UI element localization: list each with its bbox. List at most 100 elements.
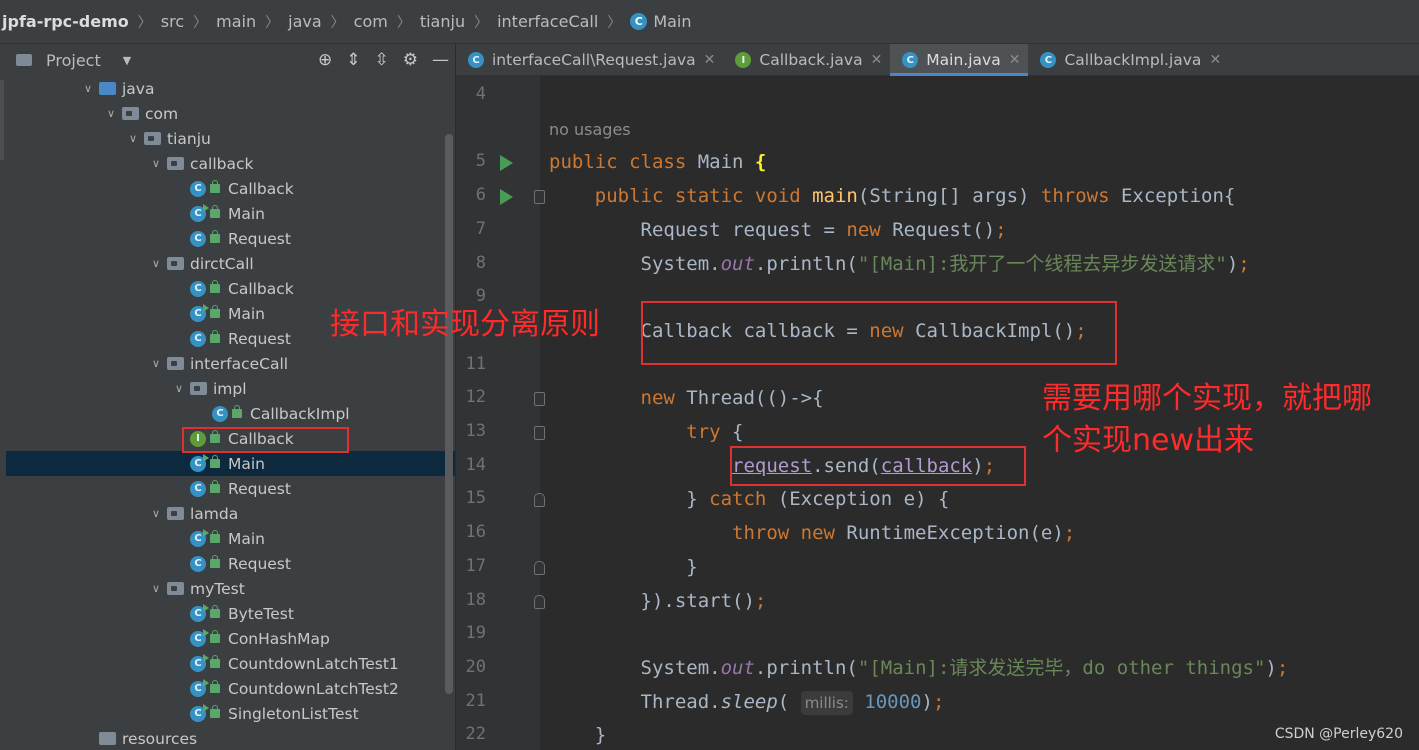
locate-icon[interactable]: ⊕ bbox=[318, 50, 332, 70]
code-line[interactable]: new Thread(()->{ bbox=[549, 381, 824, 415]
code-line[interactable]: } bbox=[549, 718, 606, 750]
chevron-down-icon[interactable]: ∨ bbox=[149, 357, 163, 370]
code-line[interactable]: Request request = new Request(); bbox=[549, 213, 1007, 247]
annotation-right-note-line1: 需要用哪个实现，就把哪 bbox=[1042, 381, 1372, 416]
editor-tab[interactable]: C CallbackImpl.java ✕ bbox=[1028, 44, 1229, 76]
usages-hint[interactable]: no usages bbox=[549, 120, 631, 139]
tree-item[interactable]: ∨ impl bbox=[6, 376, 455, 401]
class-icon: C bbox=[190, 603, 209, 622]
fold-icon[interactable] bbox=[534, 493, 545, 508]
gutter-line: 19 bbox=[456, 617, 540, 651]
tree-item[interactable]: ∨ myTest bbox=[6, 576, 455, 601]
code-line[interactable]: no usages bbox=[549, 112, 631, 146]
tree-item[interactable]: C Main bbox=[6, 526, 455, 551]
chevron-down-icon[interactable]: ∨ bbox=[149, 157, 163, 170]
code-line[interactable]: public class Main { bbox=[549, 145, 766, 179]
tree-item[interactable]: ∨ com bbox=[6, 101, 455, 126]
tree-item[interactable]: ∨ callback bbox=[6, 151, 455, 176]
lock-icon bbox=[210, 680, 220, 693]
close-icon[interactable]: ✕ bbox=[871, 52, 883, 68]
tree-item[interactable]: C Callback bbox=[6, 176, 455, 201]
breadcrumb-item[interactable]: C Main bbox=[630, 12, 692, 31]
tree-item[interactable]: C Request bbox=[6, 226, 455, 251]
code-token: out bbox=[720, 252, 755, 275]
tree-item[interactable]: ∨ lamda bbox=[6, 501, 455, 526]
gear-icon[interactable]: ⚙ bbox=[403, 50, 418, 70]
chevron-down-icon[interactable]: ∨ bbox=[149, 582, 163, 595]
fold-icon[interactable] bbox=[534, 560, 545, 575]
fold-icon[interactable] bbox=[534, 392, 545, 407]
breadcrumb-item[interactable]: tianju bbox=[420, 12, 465, 31]
chevron-down-icon[interactable]: ∨ bbox=[149, 257, 163, 270]
close-icon[interactable]: ✕ bbox=[1209, 52, 1221, 68]
fold-icon[interactable] bbox=[534, 594, 545, 609]
lock-icon bbox=[210, 280, 220, 293]
code-line[interactable]: throw new RuntimeException(e); bbox=[549, 516, 1075, 550]
minimize-icon[interactable]: — bbox=[432, 50, 449, 70]
tree-item[interactable]: C CallbackImpl bbox=[6, 401, 455, 426]
close-icon[interactable]: ✕ bbox=[1009, 52, 1021, 68]
collapse-all-icon[interactable]: ⇳ bbox=[375, 50, 389, 70]
chevron-down-icon[interactable]: ∨ bbox=[172, 382, 186, 395]
tree-item-label: ConHashMap bbox=[228, 629, 330, 648]
watermark: CSDN @Perley620 bbox=[1274, 726, 1403, 742]
chevron-down-icon[interactable]: ∨ bbox=[104, 107, 118, 120]
tree-item[interactable]: C Main bbox=[6, 451, 455, 476]
tree-item[interactable]: C SingletonListTest bbox=[6, 701, 455, 726]
editor-tab[interactable]: C Main.java ✕ bbox=[890, 44, 1029, 76]
breadcrumb-item[interactable]: main bbox=[216, 12, 256, 31]
editor-tab[interactable]: CinterfaceCall\Request.java ✕ bbox=[456, 44, 723, 76]
breadcrumb-item[interactable]: java bbox=[288, 12, 322, 31]
tree-item[interactable]: ∨ interfaceCall bbox=[6, 351, 455, 376]
chevron-down-icon[interactable]: ∨ bbox=[81, 82, 95, 95]
tree-item[interactable]: C CountdownLatchTest1 bbox=[6, 651, 455, 676]
tree-item[interactable]: C ConHashMap bbox=[6, 626, 455, 651]
editor-tab[interactable]: I Callback.java ✕ bbox=[723, 44, 890, 76]
breadcrumb-item[interactable]: src bbox=[161, 12, 184, 31]
tree-item[interactable]: C Request bbox=[6, 551, 455, 576]
fold-icon[interactable] bbox=[534, 426, 545, 440]
project-panel-scrollbar[interactable] bbox=[445, 134, 453, 694]
class-icon: C bbox=[190, 703, 209, 722]
tree-item[interactable]: resources bbox=[6, 726, 455, 750]
code-line[interactable]: try { bbox=[549, 415, 743, 449]
tree-item[interactable]: ∨ java bbox=[6, 76, 455, 101]
code-line[interactable]: Thread.sleep( millis: 10000); bbox=[549, 685, 944, 719]
package-dot bbox=[126, 111, 132, 116]
fold-icon[interactable] bbox=[534, 190, 545, 205]
line-number: 20 bbox=[465, 656, 486, 677]
chevron-down-icon[interactable]: ▼ bbox=[123, 54, 131, 67]
code-line[interactable]: }).start(); bbox=[549, 584, 767, 618]
code-line[interactable]: } bbox=[549, 550, 697, 584]
lock-icon bbox=[210, 205, 220, 218]
folder-icon bbox=[16, 54, 32, 66]
code-line[interactable]: System.out.println("[Main]:我开了一个线程去异步发送请… bbox=[549, 247, 1250, 281]
gutter-line: 13 bbox=[456, 415, 545, 449]
tree-item[interactable]: C Main bbox=[6, 201, 455, 226]
code-line[interactable]: } catch (Exception e) { bbox=[549, 482, 949, 516]
chevron-down-icon[interactable]: ∨ bbox=[149, 507, 163, 520]
code-token: System. bbox=[549, 252, 721, 275]
project-panel-title[interactable]: Project bbox=[46, 51, 101, 70]
chevron-down-icon[interactable]: ∨ bbox=[126, 132, 140, 145]
close-icon[interactable]: ✕ bbox=[704, 52, 716, 68]
breadcrumb-item[interactable]: com bbox=[354, 12, 388, 31]
tree-item[interactable]: ∨ dirctCall bbox=[6, 251, 455, 276]
tree-item[interactable]: C ByteTest bbox=[6, 601, 455, 626]
tool-stripe-project-tab[interactable] bbox=[0, 80, 4, 160]
expand-all-icon[interactable]: ⇕ bbox=[346, 50, 360, 70]
breadcrumb-item[interactable]: jpfa-rpc-demo bbox=[2, 12, 129, 31]
tree-item[interactable]: C CountdownLatchTest2 bbox=[6, 676, 455, 701]
code-line[interactable]: System.out.println("[Main]:请求发送完毕，do oth… bbox=[549, 651, 1289, 685]
breadcrumb-item[interactable]: interfaceCall bbox=[497, 12, 598, 31]
annotation-box-request-send bbox=[730, 446, 1026, 486]
tree-item[interactable]: ∨ tianju bbox=[6, 126, 455, 151]
tree-item[interactable]: C Callback bbox=[6, 276, 455, 301]
run-icon[interactable] bbox=[500, 155, 513, 172]
project-panel-header: Project ▼ ⊕ ⇕ ⇳ ⚙ — bbox=[6, 44, 455, 76]
editor-scrollbar[interactable] bbox=[1409, 76, 1419, 750]
tree-item[interactable]: C Request bbox=[6, 476, 455, 501]
run-icon[interactable] bbox=[500, 189, 513, 206]
code-line[interactable]: public static void main(String[] args) t… bbox=[549, 179, 1236, 213]
